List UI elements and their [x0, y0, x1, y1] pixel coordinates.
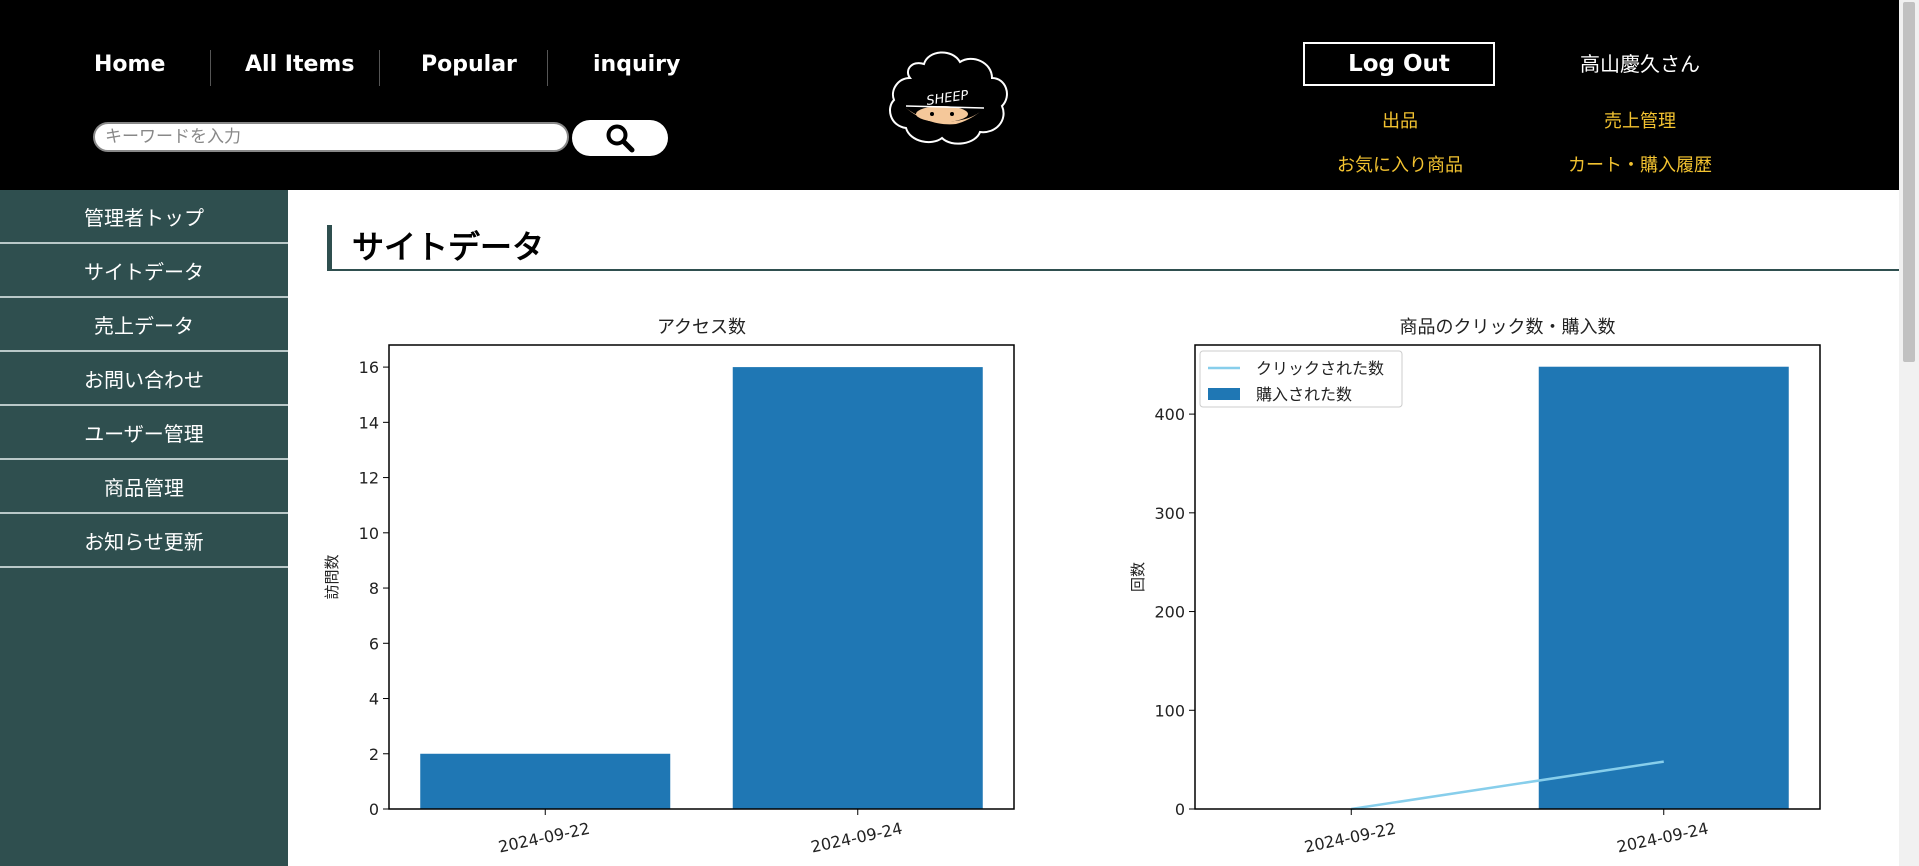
- sales-management-link[interactable]: 売上管理: [1570, 107, 1710, 133]
- bar: [1538, 366, 1789, 809]
- bar: [420, 753, 671, 809]
- site-header: Home All Items Popular inquiry SHEEP Log…: [0, 0, 1899, 190]
- access-count-chart: アクセス数訪問数 0 2 4 6 8 10 12 14 16 2024-09-22 2024-09-2…: [323, 317, 1015, 857]
- nav-divider: [547, 50, 548, 86]
- y-tick-label: 300: [1154, 504, 1185, 523]
- sidebar-item-sales-data[interactable]: 売上データ: [0, 298, 288, 352]
- y-tick-label: 100: [1154, 701, 1185, 720]
- title-divider: [327, 269, 1899, 271]
- y-tick-label: 16: [359, 358, 379, 377]
- y-tick-label: 4: [369, 690, 379, 709]
- y-tick-label: 0: [369, 800, 379, 819]
- user-name: 高山慶久さん: [1580, 52, 1700, 76]
- x-tick-label: 2024-09-22: [497, 819, 592, 857]
- favorites-link[interactable]: お気に入り商品: [1320, 151, 1480, 177]
- chart-title: アクセス数: [657, 317, 746, 338]
- x-tick-label: 2024-09-22: [1303, 819, 1398, 857]
- nav-all-items-link[interactable]: All Items: [245, 52, 354, 77]
- y-tick-label: 200: [1154, 603, 1185, 622]
- chart-title: 商品のクリック数・購入数: [1400, 317, 1616, 338]
- page-title: サイトデータ: [327, 225, 544, 269]
- nav-divider: [379, 50, 380, 86]
- sidebar-item-product-management[interactable]: 商品管理: [0, 460, 288, 514]
- sidebar-item-user-management[interactable]: ユーザー管理: [0, 406, 288, 460]
- sidebar-item-news-update[interactable]: お知らせ更新: [0, 514, 288, 568]
- legend-entry: クリックされた数: [1256, 359, 1384, 378]
- y-tick-label: 0: [1175, 800, 1185, 819]
- nav-popular-link[interactable]: Popular: [421, 52, 517, 77]
- search-icon: [606, 124, 635, 153]
- y-tick-label: 12: [359, 469, 379, 488]
- y-tick-label: 14: [359, 413, 379, 432]
- nav-home-link[interactable]: Home: [94, 52, 165, 77]
- y-tick-label: 2: [369, 745, 379, 764]
- y-tick-label: 10: [359, 524, 379, 543]
- scrollbar-thumb[interactable]: [1903, 2, 1915, 362]
- bar: [732, 367, 983, 809]
- y-axis-label: 回数: [1129, 562, 1147, 592]
- x-tick-label: 2024-09-24: [1615, 819, 1710, 857]
- cart-history-link[interactable]: カート・購入履歴: [1555, 151, 1725, 177]
- legend-entry: 購入された数: [1256, 385, 1352, 404]
- nav-divider: [210, 50, 211, 86]
- sidebar-item-admin-top[interactable]: 管理者トップ: [0, 190, 288, 244]
- sheep-logo[interactable]: SHEEP: [880, 38, 1016, 150]
- page-scrollbar[interactable]: [1899, 0, 1919, 866]
- y-axis-label: 訪問数: [323, 554, 341, 599]
- sell-link[interactable]: 出品: [1340, 107, 1460, 133]
- legend-bar-swatch: [1208, 388, 1240, 400]
- search-button[interactable]: [572, 120, 668, 156]
- x-tick-label: 2024-09-24: [809, 819, 904, 857]
- logout-button[interactable]: Log Out: [1303, 42, 1495, 86]
- y-tick-label: 8: [369, 579, 379, 598]
- search-input[interactable]: [93, 122, 569, 152]
- sidebar-item-inquiries[interactable]: お問い合わせ: [0, 352, 288, 406]
- click-purchase-chart: 商品のクリック数・購入数回数 0 100 200 300 400 2024-09-22 202…: [1129, 317, 1821, 857]
- y-tick-label: 400: [1154, 405, 1185, 424]
- y-tick-label: 6: [369, 634, 379, 653]
- admin-sidebar: 管理者トップ サイトデータ 売上データ お問い合わせ ユーザー管理 商品管理 お…: [0, 190, 288, 866]
- sidebar-item-site-data[interactable]: サイトデータ: [0, 244, 288, 298]
- nav-inquiry-link[interactable]: inquiry: [593, 52, 680, 77]
